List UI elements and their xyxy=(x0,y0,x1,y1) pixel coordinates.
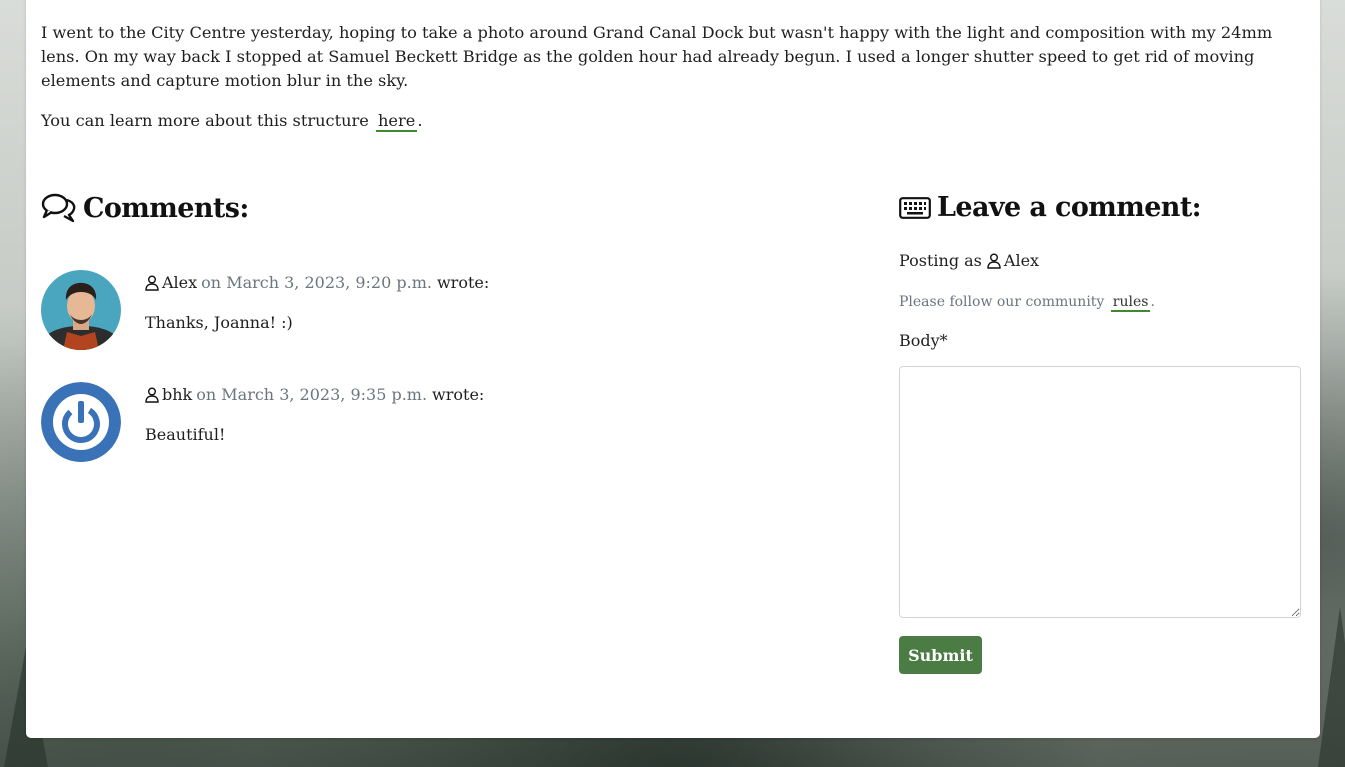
learn-more-prefix: You can learn more about this structure xyxy=(41,111,369,130)
power-symbol-avatar xyxy=(41,382,121,462)
comment-item: Alex on March 3, 2023, 9:20 p.m. wrote: … xyxy=(41,270,841,352)
comment-date: on March 3, 2023, 9:35 p.m. xyxy=(196,385,428,404)
submit-button[interactable]: Submit xyxy=(899,636,982,674)
comment-wrote-label: wrote: xyxy=(432,385,485,404)
leave-comment-title: Leave a comment: xyxy=(937,192,1202,223)
user-icon xyxy=(987,253,1001,269)
community-rules-note: Please follow our community rules. xyxy=(899,292,1155,312)
comment-body: Beautiful! xyxy=(145,425,226,444)
post-intro-text: I went to the City Centre yesterday, hop… xyxy=(41,23,1273,90)
user-icon xyxy=(145,275,159,291)
avatar xyxy=(41,270,121,350)
posting-as: Posting as Alex xyxy=(899,250,1039,272)
learn-more-line: You can learn more about this structure … xyxy=(41,109,422,133)
user-photo-avatar xyxy=(41,270,121,350)
background-tree xyxy=(1318,607,1345,767)
comment-body: Thanks, Joanna! :) xyxy=(145,313,293,332)
comment-date: on March 3, 2023, 9:20 p.m. xyxy=(201,273,432,292)
comment-body-textarea[interactable] xyxy=(899,366,1301,618)
rules-prefix: Please follow our community xyxy=(899,294,1105,310)
keyboard-icon xyxy=(899,196,931,219)
comments-heading: Comments: xyxy=(41,192,249,224)
post-card: I went to the City Centre yesterday, hop… xyxy=(26,0,1320,738)
leave-comment-heading: Leave a comment: xyxy=(899,192,1202,223)
rules-link[interactable]: rules xyxy=(1110,294,1151,312)
body-label: Body* xyxy=(899,331,948,350)
comment-item: bhk on March 3, 2023, 9:35 p.m. wrote: B… xyxy=(41,382,841,464)
comment-meta: bhk on March 3, 2023, 9:35 p.m. wrote: xyxy=(145,384,484,406)
comment-author[interactable]: Alex xyxy=(162,272,197,294)
comment-wrote-label: wrote: xyxy=(436,273,490,292)
posting-as-user: Alex xyxy=(1003,251,1040,270)
learn-more-suffix: . xyxy=(417,111,423,130)
comment-author[interactable]: bhk xyxy=(162,384,192,406)
posting-as-label: Posting as xyxy=(899,251,982,270)
rules-suffix: . xyxy=(1150,294,1155,310)
avatar xyxy=(41,382,121,462)
comment-meta: Alex on March 3, 2023, 9:20 p.m. wrote: xyxy=(145,272,489,294)
chat-bubbles-icon xyxy=(41,193,76,223)
learn-more-link[interactable]: here xyxy=(376,111,418,132)
user-icon xyxy=(145,387,159,403)
comments-title: Comments: xyxy=(83,192,249,224)
